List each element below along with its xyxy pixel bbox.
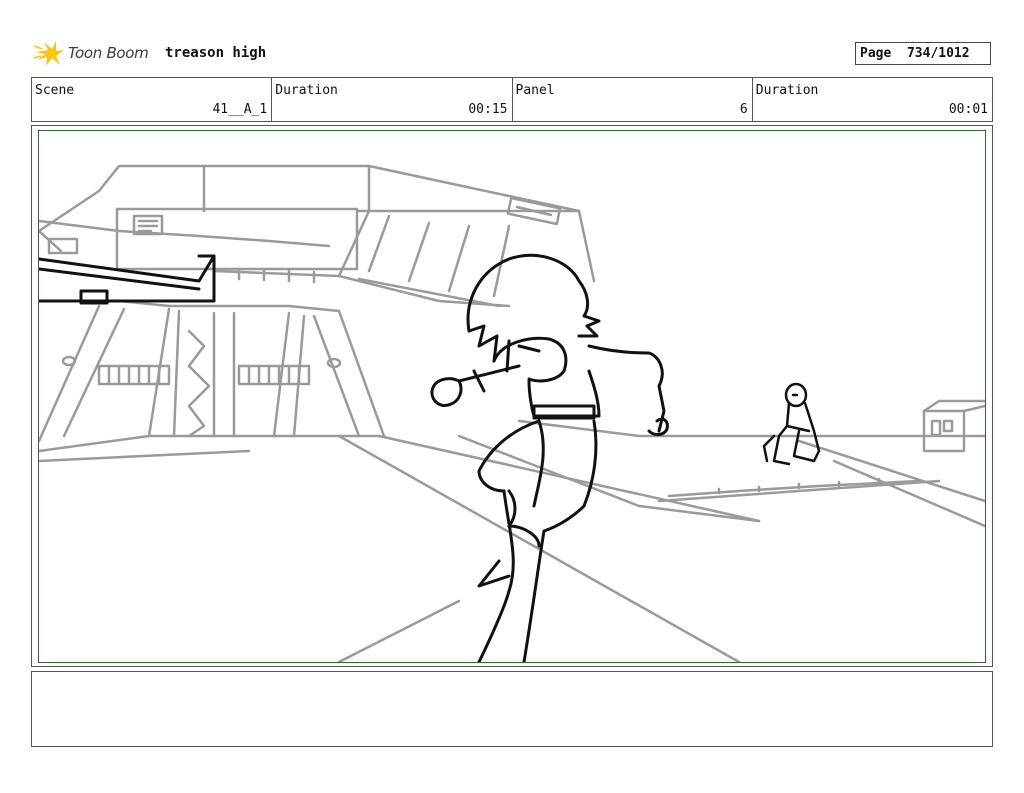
scene-duration-label: Duration	[275, 83, 338, 98]
panel-label: Panel	[515, 83, 555, 98]
panel-value: 6	[739, 102, 748, 117]
project-title: treason high	[165, 45, 267, 61]
kneeling-character	[762, 382, 821, 466]
foreground-beam	[39, 254, 216, 305]
page-indicator: Page 734/1012	[855, 42, 991, 65]
panel-duration-value: 00:01	[948, 102, 988, 117]
scene-cell: Scene 41__A_1	[32, 78, 273, 121]
scene-value: 41__A_1	[212, 102, 268, 117]
logo-text: Toon Boom	[68, 44, 149, 62]
panel-duration-cell: Duration 00:01	[753, 78, 992, 121]
scene-duration-value: 00:15	[468, 102, 508, 117]
panel-drawing-area	[38, 130, 986, 663]
panel-cell: Panel 6	[513, 78, 753, 121]
background-architecture	[39, 164, 985, 662]
scene-duration-cell: Duration 00:15	[272, 78, 513, 121]
storyboard-drawing	[39, 164, 985, 662]
info-row: Scene 41__A_1 Duration 00:15 Panel 6 Dur…	[31, 77, 993, 122]
scene-label: Scene	[35, 83, 75, 98]
notes-box	[31, 671, 993, 747]
panel-duration-label: Duration	[755, 83, 819, 98]
